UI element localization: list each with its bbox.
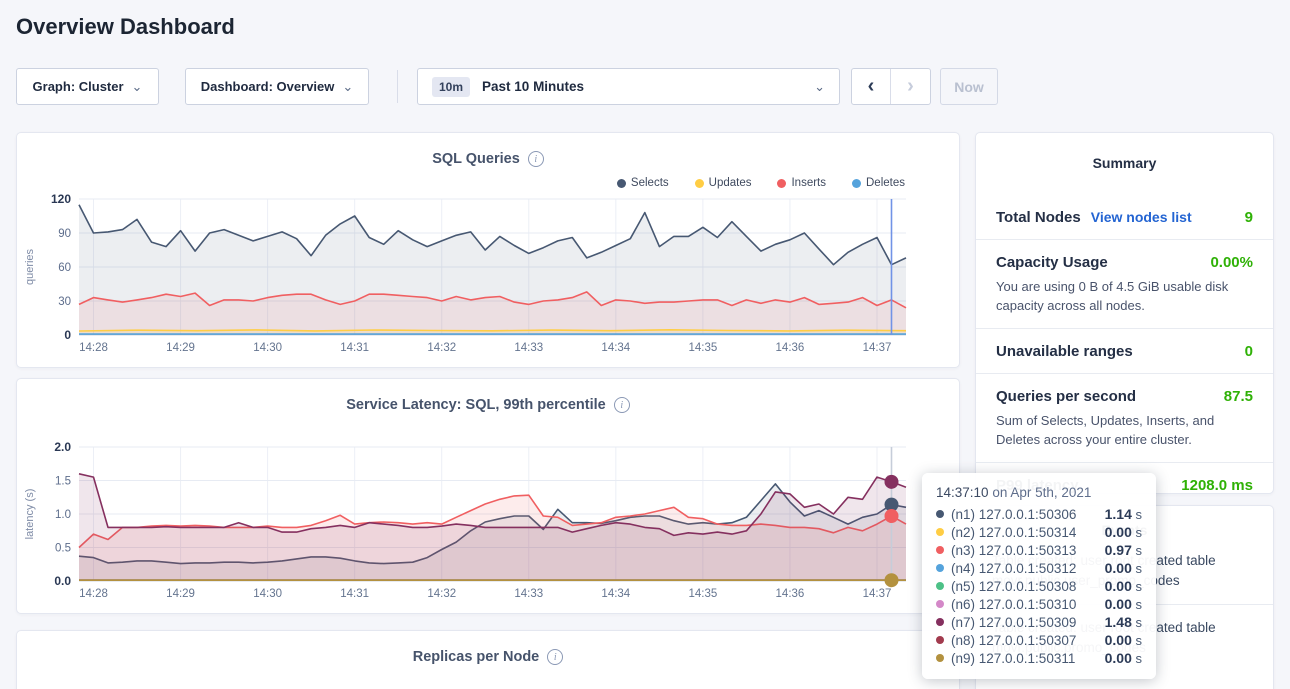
svg-text:14:37: 14:37 <box>863 588 892 600</box>
replicas-chart-title: Replicas per Node <box>413 649 540 665</box>
dashboard-dropdown-label: Dashboard: Overview <box>201 79 335 94</box>
svg-text:0.5: 0.5 <box>55 543 71 555</box>
svg-text:0: 0 <box>64 328 71 342</box>
node-color-dot-icon <box>936 546 944 554</box>
svg-text:14:35: 14:35 <box>688 342 717 354</box>
chevron-down-icon: ⌄ <box>342 83 353 91</box>
tooltip-timestamp: 14:37:10 on Apr 5th, 2021 <box>936 485 1142 500</box>
total-nodes-label: Total Nodes <box>996 209 1081 226</box>
summary-panel: Summary Total Nodes View nodes list 9 Ca… <box>975 132 1274 494</box>
svg-text:14:31: 14:31 <box>340 342 369 354</box>
svg-text:14:33: 14:33 <box>514 342 543 354</box>
svg-text:90: 90 <box>58 228 71 240</box>
svg-text:14:30: 14:30 <box>253 588 282 600</box>
latency-panel: Service Latency: SQL, 99th percentile i … <box>16 378 960 614</box>
view-nodes-list-link[interactable]: View nodes list <box>1091 209 1192 225</box>
page-title: Overview Dashboard <box>16 14 235 40</box>
tooltip-node-row: (n5) 127.0.0.1:503080.00 s <box>936 577 1142 595</box>
latency-chart[interactable]: 0.0 0.5 1.0 1.5 2.0 14:28 14:29 14:30 14:31 14:32… <box>17 379 961 615</box>
tooltip-node-row: (n9) 127.0.0.1:503110.00 s <box>936 649 1142 667</box>
tooltip-node-row: (n4) 127.0.0.1:503120.00 s <box>936 559 1142 577</box>
node-color-dot-icon <box>936 600 944 608</box>
dashboard-dropdown[interactable]: Dashboard: Overview ⌄ <box>185 68 369 105</box>
svg-text:60: 60 <box>58 262 71 274</box>
node-color-dot-icon <box>936 654 944 662</box>
svg-text:14:28: 14:28 <box>79 342 108 354</box>
time-range-dropdown[interactable]: 10m Past 10 Minutes ⌄ <box>417 68 840 105</box>
svg-text:queries: queries <box>24 248 36 285</box>
sql-queries-chart[interactable]: 0 30 60 90 120 14:28 14:29 14:30 14:31 14:32 14:33… <box>17 133 961 369</box>
summary-row-qps: Queries per second 87.5 Sum of Selects, … <box>976 373 1273 462</box>
svg-text:14:37: 14:37 <box>863 342 892 354</box>
svg-text:30: 30 <box>58 296 71 308</box>
tooltip-node-row: (n3) 127.0.0.1:503130.97 s <box>936 541 1142 559</box>
node-color-dot-icon <box>936 582 944 590</box>
info-icon[interactable]: i <box>547 649 563 665</box>
hover-dot <box>884 573 898 587</box>
svg-text:0.0: 0.0 <box>54 574 71 588</box>
tooltip-node-row: (n1) 127.0.0.1:503061.14 s <box>936 505 1142 523</box>
time-range-label: Past 10 Minutes <box>482 79 802 94</box>
summary-row-total-nodes: Total Nodes View nodes list 9 <box>976 195 1273 239</box>
hover-dot <box>884 475 898 489</box>
svg-text:14:35: 14:35 <box>688 588 717 600</box>
time-nav-group: ‹ › <box>851 68 931 105</box>
node-color-dot-icon <box>936 510 944 518</box>
svg-text:14:29: 14:29 <box>166 588 195 600</box>
graph-dropdown-label: Graph: Cluster <box>33 79 124 94</box>
svg-text:14:31: 14:31 <box>340 588 369 600</box>
svg-text:14:28: 14:28 <box>79 588 108 600</box>
node-color-dot-icon <box>936 564 944 572</box>
qps-value: 87.5 <box>1224 388 1253 405</box>
sql-queries-panel: SQL Queries i SelectsUpdatesInsertsDelet… <box>16 132 960 368</box>
tooltip-node-row: (n2) 127.0.0.1:503140.00 s <box>936 523 1142 541</box>
chevron-down-icon: ⌄ <box>132 83 143 91</box>
replicas-panel: Replicas per Node i <box>16 630 960 689</box>
chevron-down-icon: ⌄ <box>814 83 825 91</box>
tooltip-node-row: (n7) 127.0.0.1:503091.48 s <box>936 613 1142 631</box>
now-button[interactable]: Now <box>940 68 998 105</box>
svg-text:14:34: 14:34 <box>601 588 630 600</box>
time-prev-button[interactable]: ‹ <box>852 69 891 104</box>
qps-label: Queries per second <box>996 388 1136 405</box>
hover-dot <box>884 509 898 523</box>
unavailable-ranges-label: Unavailable ranges <box>996 343 1133 360</box>
svg-text:1.0: 1.0 <box>55 509 71 521</box>
svg-text:latency (s): latency (s) <box>24 489 36 540</box>
qps-desc: Sum of Selects, Updates, Inserts, and De… <box>996 411 1253 449</box>
capacity-usage-desc: You are using 0 B of 4.5 GiB usable disk… <box>996 277 1253 315</box>
svg-text:14:33: 14:33 <box>514 588 543 600</box>
p99-latency-value: 1208.0 ms <box>1181 477 1253 494</box>
summary-row-capacity: Capacity Usage 0.00% You are using 0 B o… <box>976 239 1273 328</box>
time-next-button[interactable]: › <box>891 69 930 104</box>
svg-text:1.5: 1.5 <box>55 476 71 488</box>
svg-text:14:34: 14:34 <box>601 342 630 354</box>
svg-text:2.0: 2.0 <box>54 440 71 454</box>
total-nodes-value: 9 <box>1245 209 1253 226</box>
unavailable-ranges-value: 0 <box>1245 343 1253 360</box>
time-range-badge: 10m <box>432 77 470 97</box>
tooltip-node-row: (n6) 127.0.0.1:503100.00 s <box>936 595 1142 613</box>
node-color-dot-icon <box>936 528 944 536</box>
toolbar-divider <box>397 70 398 103</box>
summary-row-unavailable: Unavailable ranges 0 <box>976 328 1273 373</box>
chart-hover-tooltip: 14:37:10 on Apr 5th, 2021 (n1) 127.0.0.1… <box>922 473 1156 679</box>
svg-text:14:30: 14:30 <box>253 342 282 354</box>
svg-text:14:29: 14:29 <box>166 342 195 354</box>
capacity-usage-value: 0.00% <box>1210 254 1253 271</box>
tooltip-node-row: (n8) 127.0.0.1:503070.00 s <box>936 631 1142 649</box>
svg-text:120: 120 <box>51 192 71 206</box>
graph-dropdown[interactable]: Graph: Cluster ⌄ <box>16 68 159 105</box>
svg-text:14:36: 14:36 <box>776 588 805 600</box>
node-color-dot-icon <box>936 636 944 644</box>
node-color-dot-icon <box>936 618 944 626</box>
summary-title: Summary <box>976 133 1273 171</box>
svg-text:14:32: 14:32 <box>427 588 456 600</box>
svg-text:14:32: 14:32 <box>427 342 456 354</box>
capacity-usage-label: Capacity Usage <box>996 254 1108 271</box>
svg-text:14:36: 14:36 <box>776 342 805 354</box>
